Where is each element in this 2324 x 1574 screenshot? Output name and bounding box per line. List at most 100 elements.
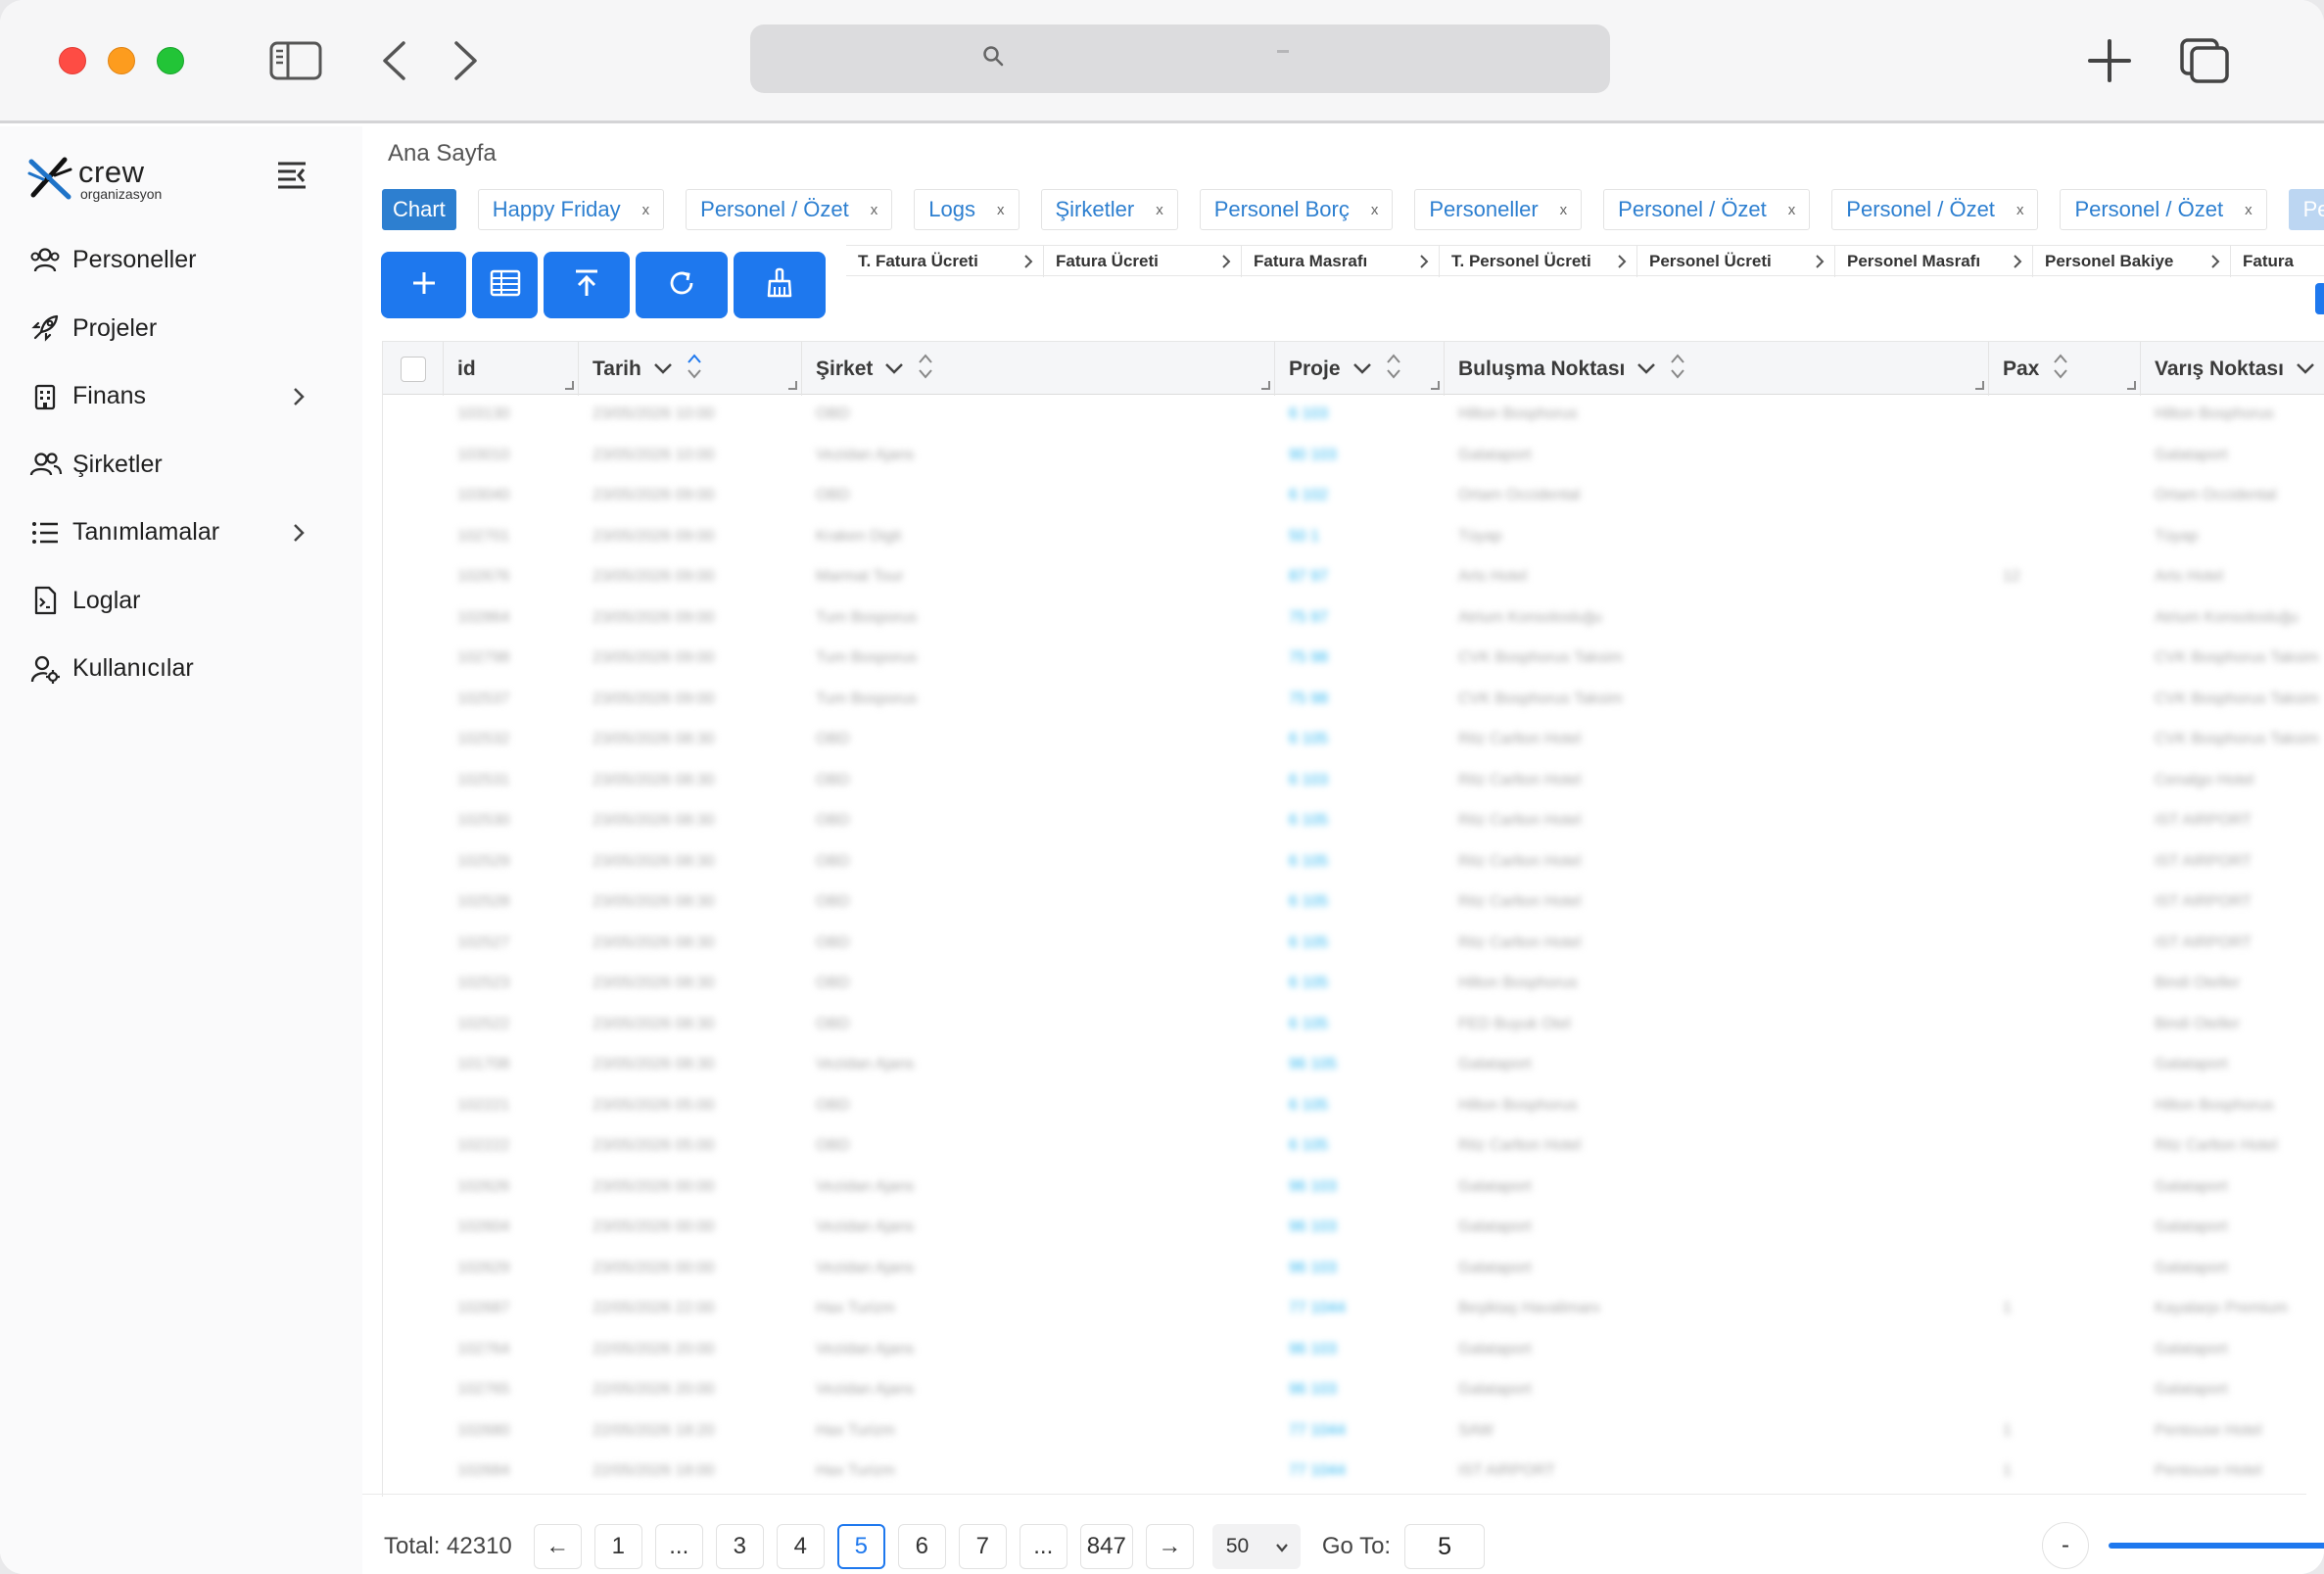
page-button[interactable]: 7 bbox=[958, 1524, 1007, 1569]
columns-button[interactable] bbox=[472, 252, 538, 318]
sidebar-item-personeller[interactable]: Personeller bbox=[29, 226, 313, 295]
table-row[interactable]: 102864 23/05/2026 09:00 Tum Bosporus 75 97 A… bbox=[383, 599, 2324, 641]
sort-ascending-icon[interactable] bbox=[687, 352, 702, 387]
column-resize-handle[interactable] bbox=[1431, 381, 1440, 390]
breadcrumb[interactable]: Ana Sayfa bbox=[388, 140, 497, 167]
tab-overview-icon[interactable] bbox=[2178, 35, 2231, 86]
sort-icon[interactable] bbox=[1670, 352, 1685, 387]
page-button[interactable]: 5 bbox=[836, 1524, 885, 1569]
goto-page-input[interactable]: 5 bbox=[1404, 1524, 1486, 1569]
table-cell[interactable]: 96 103 bbox=[1289, 1178, 1337, 1196]
table-cell[interactable]: 87 97 bbox=[1289, 568, 1328, 586]
table-cell[interactable]: 96 103 bbox=[1289, 1260, 1337, 1277]
minimize-window-button[interactable] bbox=[108, 47, 135, 74]
column-resize-handle[interactable] bbox=[1975, 381, 1984, 390]
table-cell[interactable]: 6 105 bbox=[1289, 1137, 1328, 1155]
zoom-out-button[interactable]: - bbox=[2042, 1522, 2089, 1569]
sidebar-item-sirketler[interactable]: Şirketler bbox=[29, 431, 313, 500]
next-page-button[interactable]: → bbox=[1145, 1524, 1194, 1569]
column-resize-handle[interactable] bbox=[1261, 381, 1270, 390]
select-all-checkbox[interactable] bbox=[400, 356, 426, 382]
table-row[interactable]: 102764 22/05/2026 20:00 Vezidan Ajans 96 10… bbox=[383, 1331, 2324, 1372]
table-row[interactable]: 102680 22/05/2026 18:20 Hax Turizm 77 1044 S… bbox=[383, 1412, 2324, 1454]
forward-icon[interactable] bbox=[449, 35, 484, 86]
table-cell[interactable]: 77 1044 bbox=[1289, 1462, 1346, 1480]
table-row[interactable]: 102798 23/05/2026 09:00 Tum Bosporus 75 98 C… bbox=[383, 640, 2324, 681]
table-row[interactable]: 102527 23/05/2026 08:30 OBD 6 105 Ritz Carlt… bbox=[383, 925, 2324, 966]
export-button[interactable] bbox=[544, 252, 630, 318]
table-cell[interactable]: 75 98 bbox=[1289, 691, 1328, 708]
table-row[interactable]: 102222 23/05/2026 05:00 OBD 6 105 Ritz Carlt… bbox=[383, 1127, 2324, 1169]
column-header-id[interactable]: id bbox=[444, 342, 579, 396]
tab-happy-friday[interactable]: Happy Friday x bbox=[477, 189, 665, 230]
column-header-tarih[interactable]: Tarih bbox=[579, 342, 802, 396]
table-row[interactable]: 103010 23/05/2026 10:00 Vezidan Ajans 90 10… bbox=[383, 437, 2324, 478]
summary-chip[interactable]: Personel Ücreti bbox=[1637, 246, 1835, 277]
tab-close-icon[interactable]: x bbox=[1156, 202, 1163, 218]
table-row[interactable]: 101708 23/05/2026 08:30 Vezidan Ajans 96 10… bbox=[383, 1046, 2324, 1087]
summary-chip[interactable]: Fatura Ücreti bbox=[1044, 246, 1242, 277]
sort-icon[interactable] bbox=[2053, 352, 2068, 387]
table-cell[interactable]: 6 105 bbox=[1289, 812, 1328, 830]
table-row[interactable]: 102629 23/05/2026 00:00 Vezidan Ajans 96 10… bbox=[383, 1250, 2324, 1291]
column-resize-handle[interactable] bbox=[2127, 381, 2136, 390]
address-bar[interactable] bbox=[750, 24, 1610, 93]
sidebar-toggle-icon[interactable] bbox=[268, 35, 323, 86]
table-row[interactable]: 102676 23/05/2026 09:00 Marmat Tour 87 97 Ar… bbox=[383, 558, 2324, 599]
tab-close-icon[interactable]: x bbox=[871, 202, 878, 218]
column-header-varis-noktasi[interactable]: Varış Noktası bbox=[2141, 342, 2324, 396]
table-cell[interactable]: 75 97 bbox=[1289, 609, 1328, 627]
table-row[interactable]: 102626 23/05/2026 00:00 Vezidan Ajans 96 10… bbox=[383, 1169, 2324, 1210]
table-row[interactable]: 102701 23/05/2026 09:00 Kraken Digit 50 1 Tü… bbox=[383, 518, 2324, 559]
table-row[interactable]: 102532 23/05/2026 08:30 OBD 6 105 Ritz Carlt… bbox=[383, 721, 2324, 762]
column-header-bulusma-noktasi[interactable]: Buluşma Noktası bbox=[1445, 342, 1989, 396]
prev-page-button[interactable]: ← bbox=[533, 1524, 582, 1569]
summary-chip[interactable]: Fatura bbox=[2231, 246, 2324, 277]
table-cell[interactable]: 50 1 bbox=[1289, 528, 1319, 546]
table-row[interactable]: 102221 23/05/2026 05:00 OBD 6 105 Hilton Bos… bbox=[383, 1087, 2324, 1128]
tab-chart[interactable]: Chart bbox=[382, 189, 456, 230]
table-cell[interactable]: 96 105 bbox=[1289, 1056, 1337, 1073]
sidebar-item-projeler[interactable]: Projeler bbox=[29, 295, 313, 363]
back-icon[interactable] bbox=[376, 35, 411, 86]
table-cell[interactable]: 6 105 bbox=[1289, 934, 1328, 952]
close-window-button[interactable] bbox=[59, 47, 86, 74]
tab-close-icon[interactable]: x bbox=[1560, 202, 1568, 218]
table-row[interactable]: 103040 23/05/2026 09:00 OBD 6 102 Ortam Occi… bbox=[383, 477, 2324, 518]
table-cell[interactable]: 6 105 bbox=[1289, 853, 1328, 871]
table-cell[interactable]: 75 98 bbox=[1289, 649, 1328, 667]
page-button[interactable]: 847 bbox=[1079, 1524, 1133, 1569]
page-button[interactable]: 4 bbox=[776, 1524, 825, 1569]
collapse-menu-icon[interactable] bbox=[276, 160, 308, 196]
clear-filters-button[interactable] bbox=[734, 252, 826, 318]
table-row[interactable]: 102529 23/05/2026 08:30 OBD 6 105 Ritz Carlt… bbox=[383, 843, 2324, 884]
zoom-slider[interactable] bbox=[2109, 1543, 2324, 1549]
summary-chip[interactable]: T. Personel Ücreti bbox=[1440, 246, 1637, 277]
table-row[interactable]: 102522 23/05/2026 08:30 OBD 6 105 FED Buyuk … bbox=[383, 1006, 2324, 1047]
table-cell[interactable]: 96 103 bbox=[1289, 1381, 1337, 1399]
column-header-sirket[interactable]: Şirket bbox=[802, 342, 1275, 396]
table-row[interactable]: 103130 23/05/2026 10:00 OBD 6 103 Hilton Bos… bbox=[383, 396, 2324, 437]
tab-close-icon[interactable]: x bbox=[997, 202, 1005, 218]
refresh-button[interactable] bbox=[636, 252, 728, 318]
sort-icon[interactable] bbox=[918, 352, 933, 387]
summary-chip[interactable]: Personel Bakiye bbox=[2033, 246, 2231, 277]
table-cell[interactable]: 90 103 bbox=[1289, 447, 1337, 464]
tab-close-icon[interactable]: x bbox=[1371, 202, 1379, 218]
table-cell[interactable]: 6 105 bbox=[1289, 1097, 1328, 1115]
tab-close-icon[interactable]: x bbox=[2245, 202, 2253, 218]
zoom-window-button[interactable] bbox=[157, 47, 184, 74]
table-cell[interactable]: 77 1044 bbox=[1289, 1300, 1346, 1317]
tab-close-icon[interactable]: x bbox=[2016, 202, 2024, 218]
page-button[interactable]: 3 bbox=[715, 1524, 764, 1569]
table-row[interactable]: 102530 23/05/2026 08:30 OBD 6 105 Ritz Carlt… bbox=[383, 802, 2324, 843]
table-cell[interactable]: 96 103 bbox=[1289, 1341, 1337, 1359]
chevron-down-icon[interactable] bbox=[1636, 358, 1656, 381]
tab-personel-ozet[interactable]: Personel / Özet x bbox=[686, 189, 893, 230]
column-header-pax[interactable]: Pax bbox=[1989, 342, 2141, 396]
sidebar-item-kullanicilar[interactable]: Kullanıcılar bbox=[29, 635, 313, 703]
tab-personel-borc[interactable]: Personel Borç x bbox=[1199, 189, 1394, 230]
horizontal-scroll-handle[interactable] bbox=[2315, 283, 2324, 314]
chevron-down-icon[interactable] bbox=[884, 358, 904, 381]
summary-chip[interactable]: Personel Masrafı bbox=[1835, 246, 2033, 277]
